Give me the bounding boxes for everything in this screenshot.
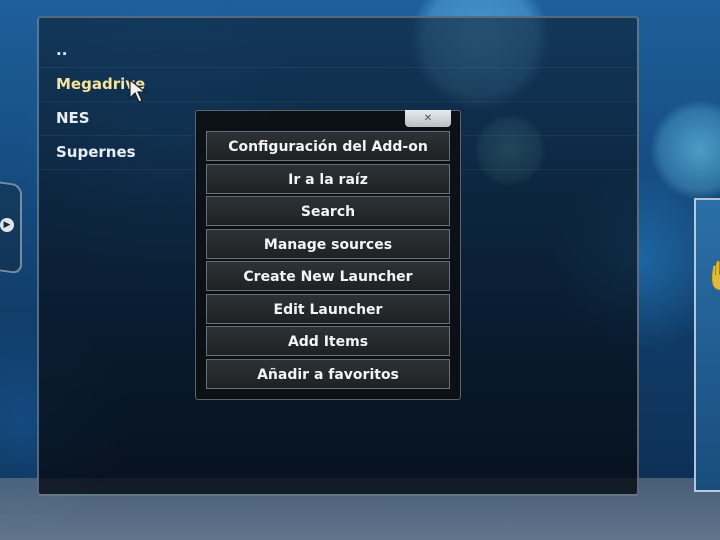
menu-item-add-items[interactable]: Add Items [206, 326, 450, 356]
fanart-glyph-icon: ✋ [704, 258, 720, 293]
kodi-screen: ▶ ✋ .. Megadrive NES Supernes ✕ Configur… [0, 0, 720, 540]
close-button[interactable]: ✕ [405, 110, 451, 127]
mouse-cursor-icon [129, 78, 147, 103]
list-item-label: .. [56, 41, 68, 59]
menu-item-create-launcher[interactable]: Create New Launcher [206, 261, 450, 291]
menu-item-addon-settings[interactable]: Configuración del Add-on [206, 131, 450, 161]
context-menu-list: Configuración del Add-on Ir a la raíz Se… [206, 131, 450, 391]
menu-item-edit-launcher[interactable]: Edit Launcher [206, 293, 450, 324]
play-icon[interactable]: ▶ [0, 218, 14, 232]
fanart-thumbnail [694, 198, 720, 492]
menu-item-search[interactable]: Search [206, 196, 450, 226]
list-item-label: NES [56, 109, 90, 127]
menu-item-manage-sources[interactable]: Manage sources [206, 228, 450, 259]
list-item-parent[interactable]: .. [39, 34, 637, 68]
menu-item-add-favourites[interactable]: Añadir a favoritos [206, 358, 450, 389]
list-item-label: Supernes [56, 143, 136, 161]
menu-item-go-root[interactable]: Ir a la raíz [206, 163, 450, 194]
